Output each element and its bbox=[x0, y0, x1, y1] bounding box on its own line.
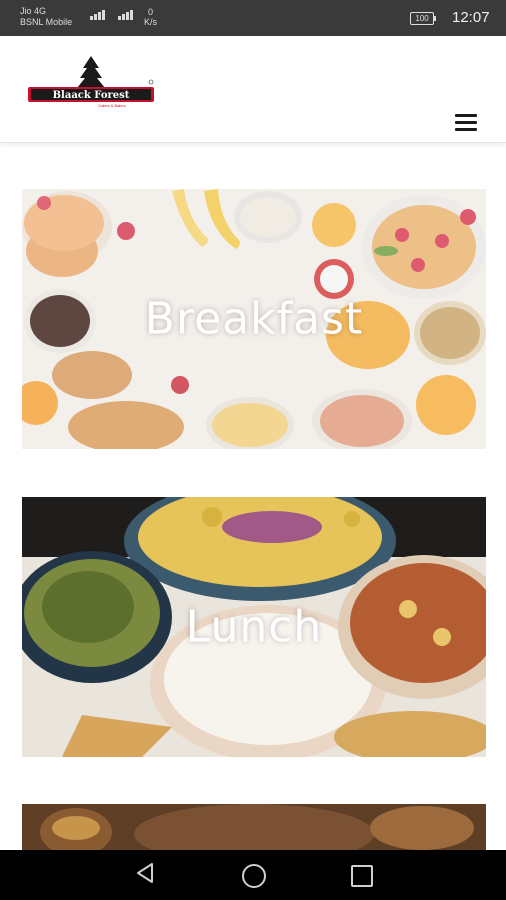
category-card-lunch[interactable]: Lunch bbox=[22, 497, 486, 757]
recent-apps-icon[interactable] bbox=[351, 865, 373, 887]
carrier-info: Jio 4G BSNL Mobile bbox=[20, 6, 72, 28]
signal-icon-1 bbox=[90, 10, 105, 20]
hamburger-menu-icon[interactable] bbox=[455, 114, 479, 134]
home-icon[interactable] bbox=[242, 864, 266, 888]
carrier-secondary: BSNL Mobile bbox=[20, 17, 73, 27]
dinner-photo bbox=[22, 804, 486, 854]
network-speed: 0 K/s bbox=[144, 7, 158, 27]
logo-graphic: Blaack Forest Cakes & Bakes bbox=[28, 56, 154, 108]
category-card-dinner[interactable] bbox=[22, 804, 486, 854]
status-bar: Jio 4G BSNL Mobile 0 K/s 100 12:07 bbox=[0, 0, 506, 36]
logo-tagline: Cakes & Bakes bbox=[98, 103, 125, 108]
battery-icon: 100 bbox=[410, 12, 436, 25]
carrier-primary: Jio 4G bbox=[20, 6, 47, 16]
back-icon[interactable] bbox=[134, 862, 156, 889]
clock: 12:07 bbox=[452, 9, 490, 26]
category-label: Breakfast bbox=[144, 293, 364, 345]
category-label: Lunch bbox=[185, 601, 323, 653]
brand-logo[interactable]: Blaack Forest Cakes & Bakes bbox=[27, 54, 157, 110]
signal-icon-2 bbox=[118, 10, 133, 20]
logo-wordmark: Blaack Forest bbox=[53, 90, 130, 101]
category-card-breakfast[interactable]: Breakfast bbox=[22, 189, 486, 449]
